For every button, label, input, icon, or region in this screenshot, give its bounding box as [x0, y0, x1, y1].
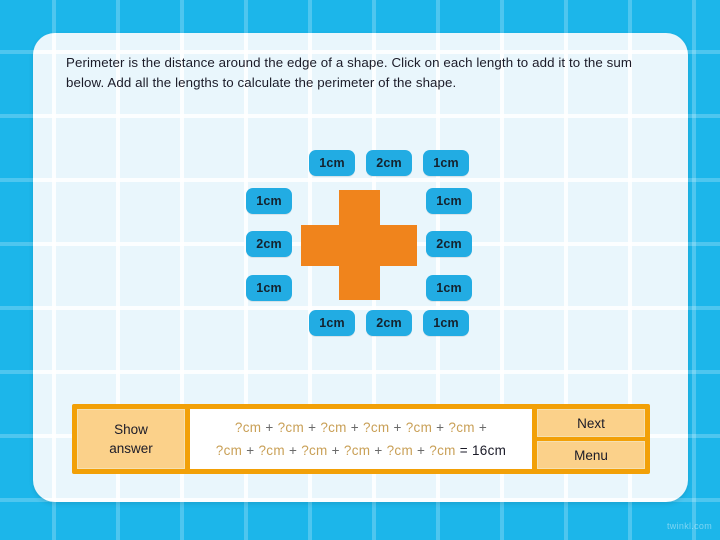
cross-vertical-bar: [339, 190, 380, 300]
length-button-top-3[interactable]: 1cm: [423, 150, 469, 176]
length-button-bottom-3[interactable]: 1cm: [423, 310, 469, 336]
length-button-top-2[interactable]: 2cm: [366, 150, 412, 176]
next-button[interactable]: Next: [537, 409, 645, 437]
length-button-left-2[interactable]: 2cm: [246, 231, 292, 257]
show-answer-label-line2: answer: [109, 441, 153, 456]
length-button-bottom-2[interactable]: 2cm: [366, 310, 412, 336]
sum-line-2: ?cm + ?cm + ?cm + ?cm + ?cm + ?cm = 16cm: [215, 443, 507, 458]
length-button-left-1[interactable]: 1cm: [246, 188, 292, 214]
length-button-top-1[interactable]: 1cm: [309, 150, 355, 176]
show-answer-button[interactable]: Show answer: [77, 409, 185, 469]
plus-cross-shape: [301, 190, 417, 300]
watermark: twinkl.com: [666, 521, 712, 531]
menu-button[interactable]: Menu: [537, 441, 645, 469]
answer-bar: Show answer ?cm + ?cm + ?cm + ?cm + ?cm …: [72, 404, 650, 474]
length-button-left-3[interactable]: 1cm: [246, 275, 292, 301]
length-button-right-2[interactable]: 2cm: [426, 231, 472, 257]
length-button-right-1[interactable]: 1cm: [426, 188, 472, 214]
sum-display: ?cm + ?cm + ?cm + ?cm + ?cm + ?cm + ?cm …: [190, 409, 532, 469]
sum-line-1: ?cm + ?cm + ?cm + ?cm + ?cm + ?cm +: [234, 420, 488, 435]
navigation-buttons: Next Menu: [537, 409, 645, 469]
show-answer-label-line1: Show: [114, 422, 148, 437]
length-button-bottom-1[interactable]: 1cm: [309, 310, 355, 336]
activity-card: Perimeter is the distance around the edg…: [33, 33, 688, 502]
length-button-right-3[interactable]: 1cm: [426, 275, 472, 301]
